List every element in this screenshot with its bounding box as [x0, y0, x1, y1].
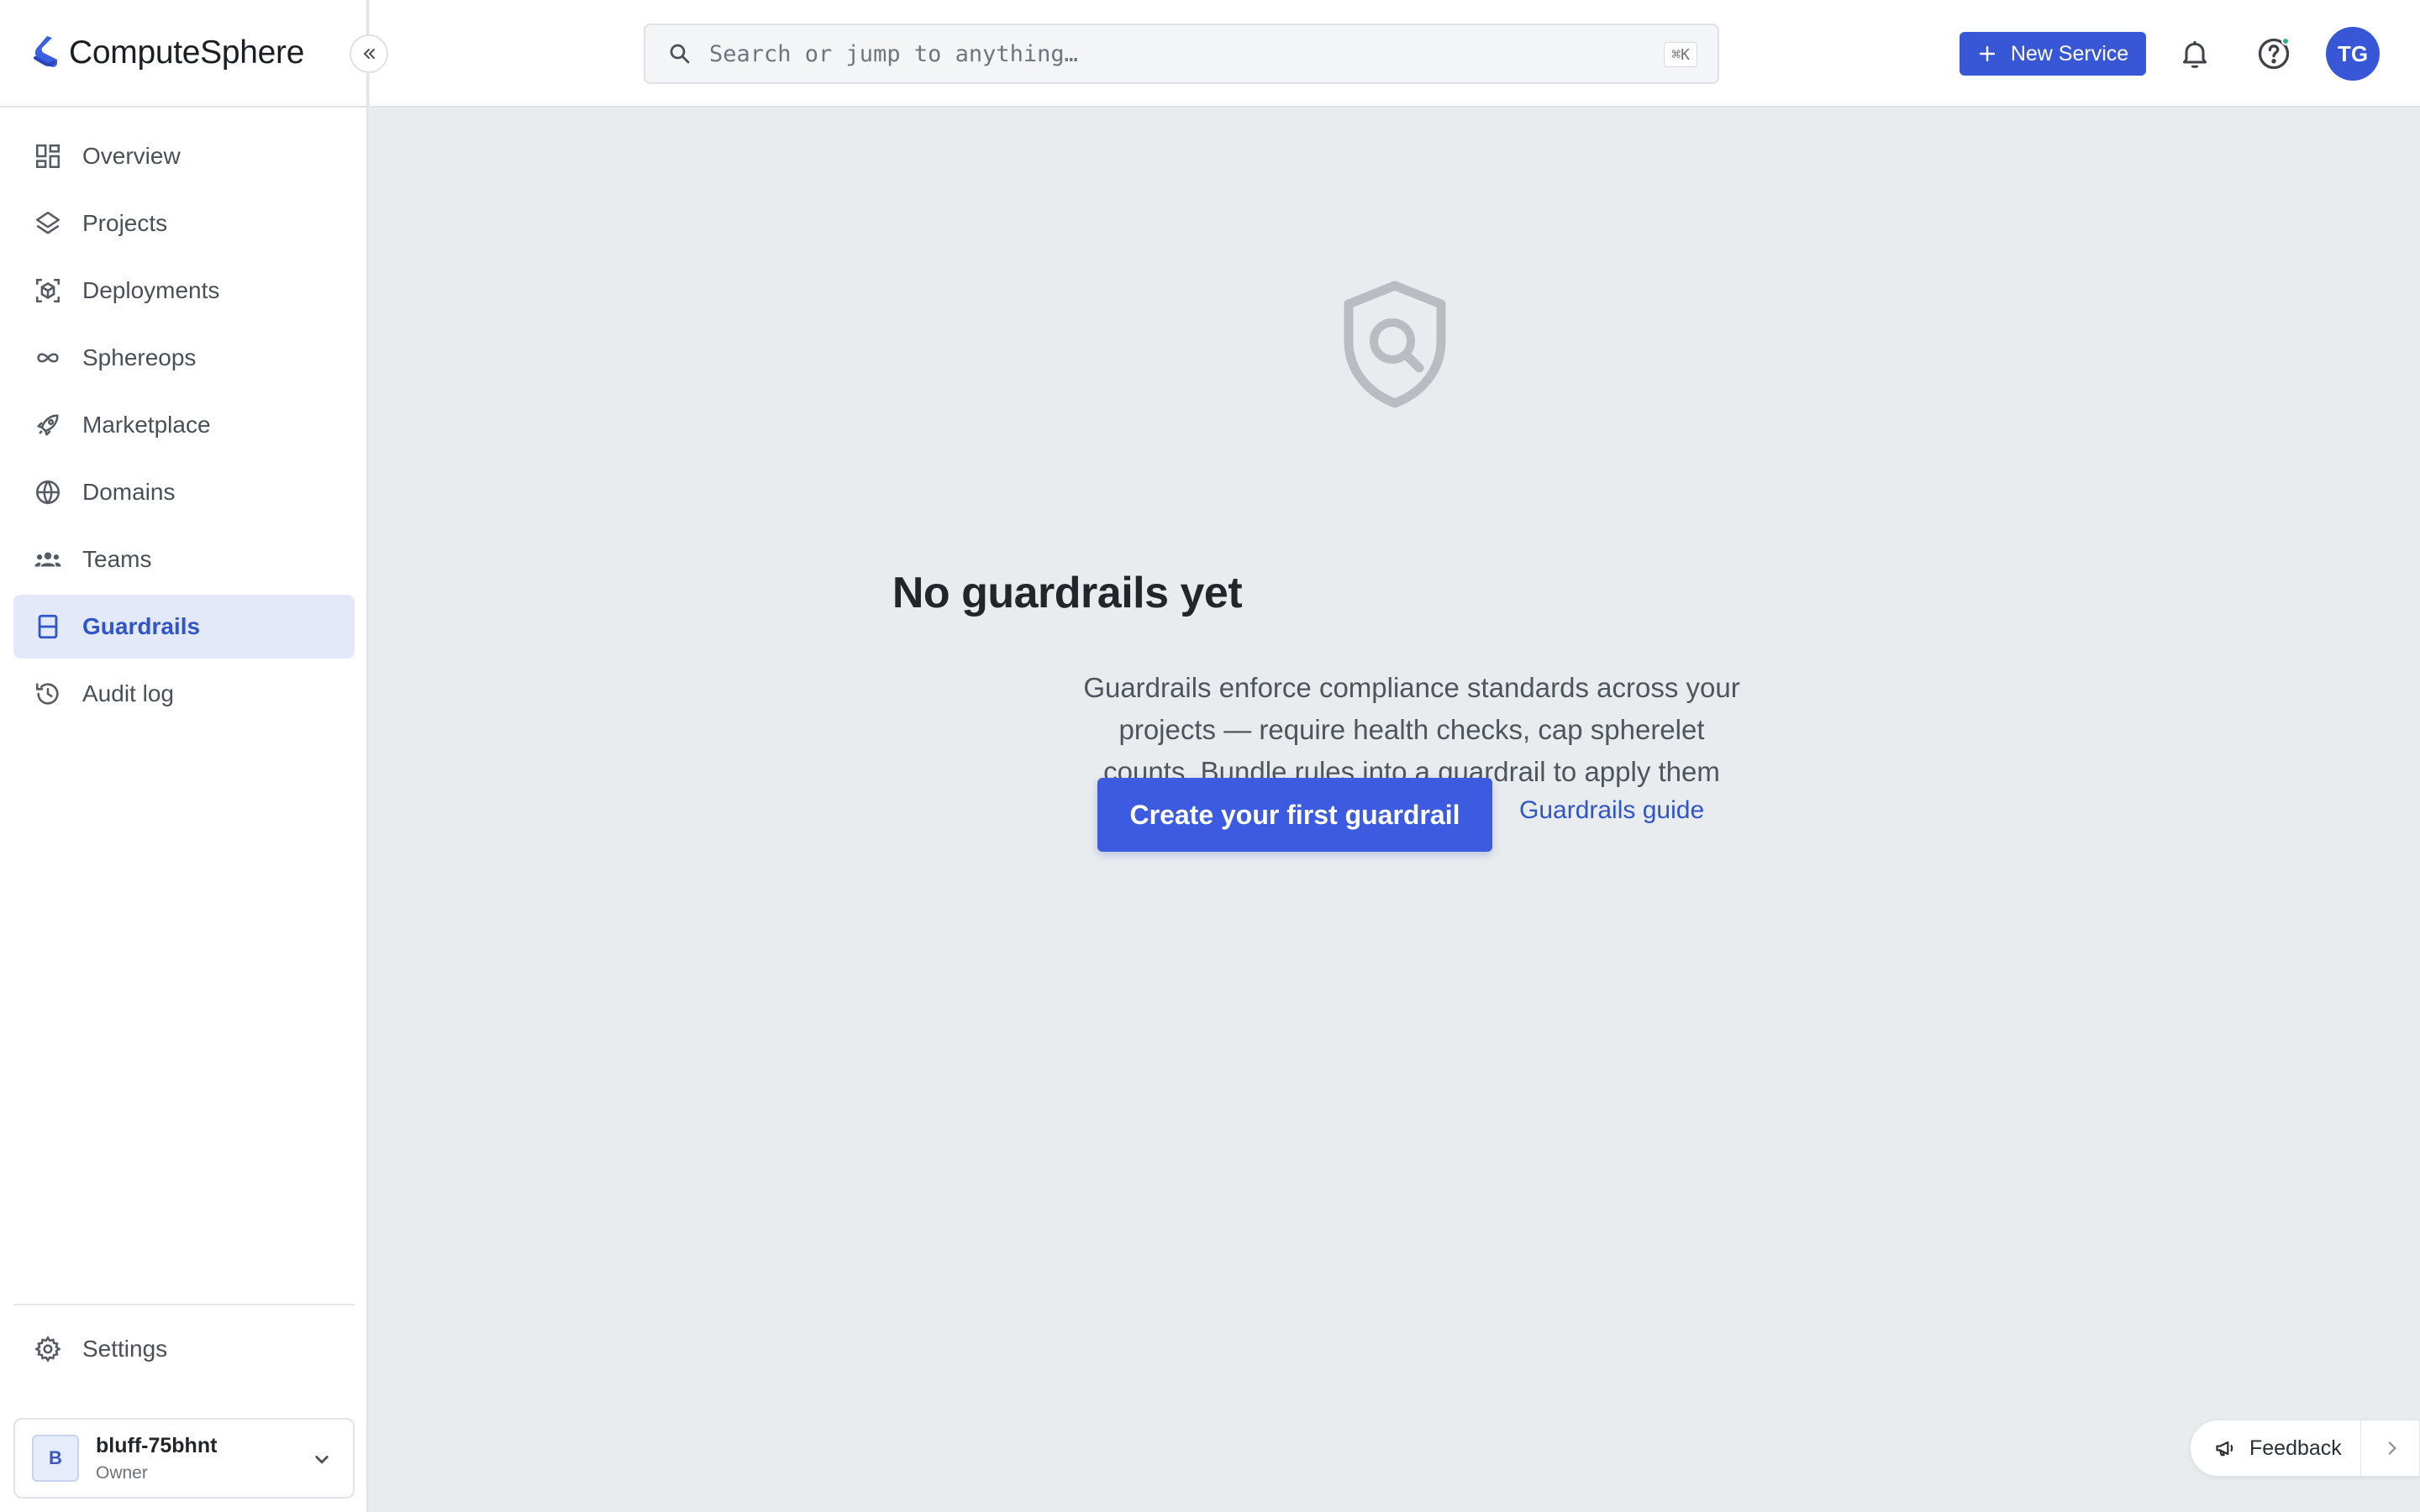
sidebar-item-projects[interactable]: Projects — [13, 192, 355, 255]
sidebar-item-label: Domains — [82, 479, 176, 505]
sidebar-nav: Overview Projects Deployments Sphereops … — [13, 124, 355, 729]
new-service-button[interactable]: New Service — [1960, 32, 2146, 76]
history-icon — [35, 683, 59, 705]
new-service-label: New Service — [2010, 41, 2129, 66]
user-avatar[interactable]: TG — [2326, 27, 2380, 81]
account-role: Owner — [96, 1462, 148, 1483]
notifications-bell-icon[interactable] — [2178, 37, 2212, 71]
app-name: ComputeSphere — [69, 34, 305, 71]
sidebar-item-settings[interactable]: Settings — [13, 1317, 355, 1381]
account-info: bluff-75bhnt Owner — [96, 1434, 217, 1483]
feedback-widget[interactable]: Feedback — [2190, 1420, 2420, 1477]
chevron-down-icon — [315, 1456, 329, 1464]
computesphere-logo-icon — [34, 36, 57, 67]
sidebar-item-label: Overview — [82, 143, 181, 169]
search-icon — [670, 44, 690, 64]
layers-icon — [35, 211, 60, 234]
feedback-label: Feedback — [2249, 1436, 2342, 1460]
gear-icon — [34, 1336, 61, 1362]
account-switcher[interactable]: B bluff-75bhnt Owner — [13, 1418, 355, 1499]
shield-search-icon — [1344, 281, 1446, 408]
account-name: bluff-75bhnt — [96, 1433, 218, 1457]
box-icon — [35, 278, 60, 303]
search-input[interactable]: Search or jump to anything… ⌘K — [644, 24, 1719, 84]
sidebar-item-label: Teams — [82, 546, 152, 572]
sidebar-item-marketplace[interactable]: Marketplace — [13, 393, 355, 457]
plus-icon — [1979, 45, 1996, 62]
help-status-dot — [2281, 37, 2290, 45]
sidebar-divider — [13, 1304, 355, 1305]
rocket-icon — [37, 414, 59, 436]
sidebar-item-domains[interactable]: Domains — [13, 460, 355, 524]
sidebar-item-sphereops[interactable]: Sphereops — [13, 326, 355, 390]
megaphone-icon — [2216, 1441, 2233, 1457]
globe-icon — [35, 480, 60, 505]
sidebar-item-guardrails[interactable]: Guardrails — [13, 595, 355, 659]
sidebar-item-label: Guardrails — [82, 613, 201, 639]
collapse-sidebar-button[interactable] — [350, 34, 388, 73]
infinity-icon — [37, 353, 59, 363]
account-badge: B — [32, 1435, 79, 1482]
sidebar-item-label: Audit log — [82, 680, 174, 706]
brand[interactable]: ComputeSphere — [0, 0, 368, 108]
sidebar: ComputeSphere Overview Projects Deployme… — [0, 0, 368, 1512]
search-placeholder: Search or jump to anything… — [709, 40, 1078, 67]
empty-state-title: No guardrails yet — [892, 569, 1243, 617]
sidebar-item-label: Marketplace — [82, 412, 211, 438]
guardrails-guide-link[interactable]: Guardrails guide — [1519, 796, 1704, 825]
sidebar-item-overview[interactable]: Overview — [13, 124, 355, 188]
create-guardrail-button[interactable]: Create your first guardrail — [1097, 778, 1492, 852]
sidebar-item-label: Deployments — [82, 277, 220, 303]
feedback-divider — [2360, 1420, 2361, 1476]
sidebar-item-label: Settings — [82, 1336, 168, 1362]
search-shortcut-badge: ⌘K — [1664, 42, 1697, 67]
sidebar-item-teams[interactable]: Teams — [13, 528, 355, 591]
chevrons-left-icon — [363, 49, 375, 59]
chevron-right-icon[interactable] — [2381, 1437, 2402, 1459]
guardrail-icon — [38, 614, 58, 639]
top-bar: Search or jump to anything… ⌘K New Servi… — [370, 0, 2420, 108]
sidebar-item-deployments[interactable]: Deployments — [13, 259, 355, 323]
sidebar-settings: Settings — [13, 1317, 355, 1384]
sidebar-item-label: Sphereops — [82, 344, 197, 370]
sidebar-item-audit-log[interactable]: Audit log — [13, 662, 355, 726]
grid-icon — [35, 144, 60, 169]
team-icon — [34, 552, 61, 567]
sidebar-item-label: Projects — [82, 210, 168, 236]
